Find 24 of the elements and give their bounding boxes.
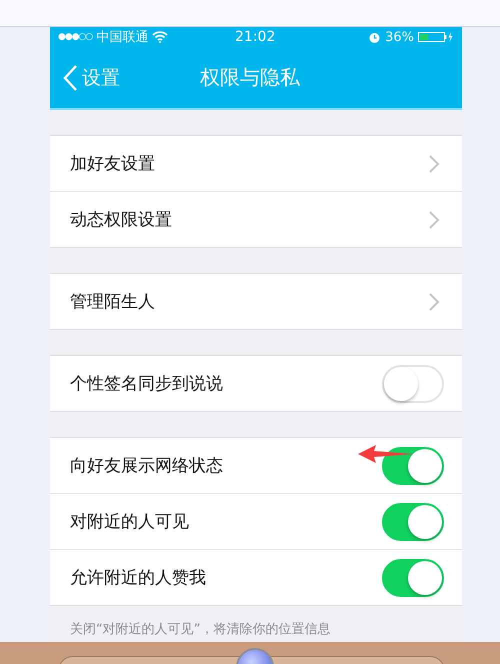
screen-title: 权限与隐私	[200, 64, 300, 91]
toggle-switch[interactable]	[382, 558, 444, 596]
battery-charging-icon	[418, 31, 454, 43]
wifi-icon	[152, 31, 168, 43]
setting-label: 向好友展示网络状态	[70, 455, 223, 477]
chevron-right-icon[interactable]	[428, 210, 440, 230]
setting-label: 管理陌生人	[70, 291, 155, 313]
alarm-clock-icon	[368, 30, 382, 44]
back-button[interactable]: 设置	[50, 64, 120, 92]
carrier-name: 中国联通	[96, 29, 148, 46]
toggle-switch[interactable]	[382, 446, 444, 484]
setting-label: 对附近的人可见	[70, 511, 189, 533]
footer-note: 关闭“对附近的人可见”，将清除你的位置信息	[69, 621, 332, 638]
battery-percent: 36%	[385, 30, 414, 44]
setting-label: 允许附近的人赞我	[70, 567, 206, 589]
signal-strength: ●●●○○	[58, 32, 92, 42]
setting-label: 个性签名同步到说说	[70, 373, 223, 395]
chevron-right-icon[interactable]	[428, 292, 440, 312]
toggle-switch[interactable]	[382, 502, 444, 540]
setting-label: 动态权限设置	[70, 209, 172, 231]
setting-label: 加好友设置	[70, 153, 155, 175]
chevron-right-icon[interactable]	[428, 154, 440, 174]
back-chevron-icon	[62, 64, 78, 92]
status-time: 21:02	[235, 29, 276, 45]
